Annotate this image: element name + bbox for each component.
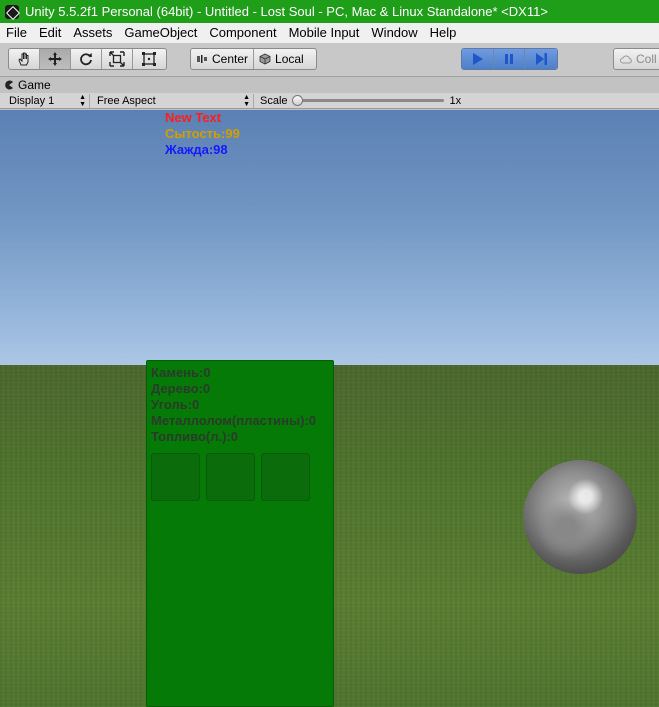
dropdown-arrows-icon: ▲ ▼ (243, 93, 250, 108)
scale-slider-thumb[interactable] (291, 95, 303, 106)
pivot-center-label: Center (212, 52, 249, 66)
display-dropdown-label: Display 1 (9, 94, 55, 107)
game-view-controls: Display 1 ▲ ▼ Free Aspect ▲ ▼ Scale 1x (0, 93, 659, 109)
aspect-dropdown-label: Free Aspect (97, 94, 156, 107)
hud-stats: New Text Сытость:99 Жажда:98 (165, 110, 240, 158)
tab-game[interactable]: Game (4, 77, 51, 93)
display-dropdown[interactable]: Display 1 ▲ ▼ (4, 93, 90, 108)
pivot-local-button[interactable]: Local (254, 49, 309, 69)
hud-text-new: New Text (165, 110, 222, 125)
resource-list: Камень:0 Дерево:0 Уголь:0 Металлолом(пла… (151, 365, 316, 445)
resource-scrap-metal: Металлолом(пластины):0 (151, 413, 317, 428)
game-tab-bar: Game (0, 77, 659, 93)
step-button[interactable] (525, 49, 557, 69)
aspect-dropdown[interactable]: Free Aspect ▲ ▼ (92, 93, 254, 108)
rect-tool-button[interactable] (133, 49, 164, 69)
inventory-slot[interactable] (151, 453, 200, 501)
inventory-panel: Камень:0 Дерево:0 Уголь:0 Металлолом(пла… (146, 360, 334, 707)
dropdown-arrows-icon: ▲ ▼ (79, 93, 86, 108)
menu-component[interactable]: Component (203, 23, 282, 43)
pivot-icon (197, 55, 207, 63)
menu-bar: File Edit Assets GameObject Component Mo… (0, 23, 659, 43)
inventory-slot[interactable] (261, 453, 310, 501)
rect-icon (141, 52, 156, 66)
resource-coal: Уголь:0 (151, 397, 200, 412)
resource-stone: Камень:0 (151, 365, 211, 380)
pacman-icon (5, 80, 13, 90)
menu-help[interactable]: Help (424, 23, 463, 43)
scale-tool-button[interactable] (102, 49, 133, 69)
pause-button[interactable] (493, 49, 526, 69)
cloud-icon (620, 55, 632, 64)
window-titlebar: Unity 5.5.2f1 Personal (64bit) - Untitle… (0, 0, 659, 23)
tab-game-label: Game (18, 78, 51, 92)
scale-slider[interactable] (291, 95, 444, 106)
scale-value: 1x (449, 94, 462, 107)
hand-icon (18, 52, 29, 66)
move-icon (48, 52, 62, 66)
collab-button[interactable]: Coll (613, 48, 659, 70)
main-toolbar: Center Local Coll (0, 43, 659, 77)
stone-sphere (523, 460, 637, 574)
hud-satiety: Сытость:99 (165, 126, 240, 141)
menu-mobile-input[interactable]: Mobile Input (283, 23, 366, 43)
pivot-toggle-group: Center Local (190, 48, 317, 70)
step-icon (536, 53, 548, 65)
inventory-slot[interactable] (206, 453, 255, 501)
playmode-controls (461, 48, 558, 70)
scale-label: Scale (260, 94, 288, 107)
rotate-icon (80, 53, 92, 66)
play-icon (473, 53, 484, 65)
scale-icon (109, 51, 125, 67)
transform-tools (8, 48, 167, 70)
menu-window[interactable]: Window (365, 23, 423, 43)
menu-assets[interactable]: Assets (67, 23, 118, 43)
resource-wood: Дерево:0 (151, 381, 211, 396)
move-tool-button[interactable] (40, 49, 71, 69)
menu-gameobject[interactable]: GameObject (118, 23, 203, 43)
menu-edit[interactable]: Edit (33, 23, 67, 43)
play-button[interactable] (462, 49, 494, 69)
unity-logo-icon (5, 4, 19, 19)
pause-icon (505, 54, 513, 64)
scale-control: Scale 1x (254, 95, 461, 107)
resource-fuel: Топливо(л.):0 (151, 429, 239, 444)
rotate-tool-button[interactable] (71, 49, 102, 69)
pivot-center-button[interactable]: Center (191, 49, 255, 69)
collab-label: Coll (636, 52, 657, 66)
hud-thirst: Жажда:98 (165, 142, 228, 157)
menu-file[interactable]: File (0, 23, 33, 43)
window-title: Unity 5.5.2f1 Personal (64bit) - Untitle… (25, 4, 548, 19)
cube-icon (259, 53, 271, 65)
game-viewport[interactable]: New Text Сытость:99 Жажда:98 Камень:0 Де… (0, 110, 659, 707)
hand-tool-button[interactable] (9, 49, 40, 69)
pivot-local-label: Local (275, 52, 304, 66)
